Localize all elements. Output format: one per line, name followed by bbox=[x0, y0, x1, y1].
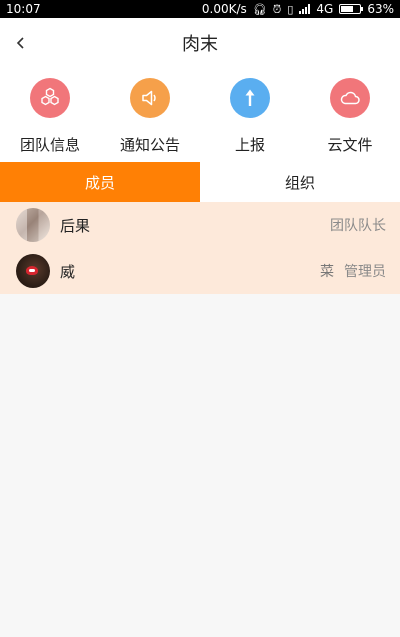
member-list: 后果 团队队长 威 菜 管理员 bbox=[0, 202, 400, 294]
status-time: 10:07 bbox=[6, 2, 41, 16]
header-bar: 肉末 bbox=[0, 18, 400, 68]
member-note: 菜 bbox=[320, 264, 334, 280]
cloud-files-label: 云文件 bbox=[327, 136, 373, 154]
battery-percent: 63% bbox=[367, 2, 394, 16]
back-button[interactable] bbox=[6, 28, 36, 58]
cloud-files-button[interactable]: 云文件 bbox=[300, 68, 400, 162]
avatar bbox=[16, 208, 50, 242]
notice-label: 通知公告 bbox=[119, 136, 180, 154]
chevron-left-icon bbox=[16, 37, 24, 49]
arrow-up-icon bbox=[230, 78, 270, 118]
vibrate-icon: ▯ bbox=[287, 2, 294, 16]
list-item[interactable]: 后果 团队队长 bbox=[0, 202, 400, 248]
report-label: 上报 bbox=[234, 136, 265, 154]
battery-icon bbox=[339, 4, 364, 14]
cloud-icon bbox=[330, 78, 370, 118]
list-item[interactable]: 威 菜 管理员 bbox=[0, 248, 400, 294]
status-bar: 10:07 0.00K/s 🎧︎ ⏰︎ ▯ 4G 63% bbox=[0, 0, 400, 18]
tab-members[interactable]: 成员 bbox=[0, 162, 200, 202]
team-info-label: 团队信息 bbox=[19, 136, 80, 154]
tab-bar: 成员 组织 bbox=[0, 162, 400, 202]
member-name: 威 bbox=[60, 262, 76, 281]
tab-organization[interactable]: 组织 bbox=[200, 162, 400, 202]
network-speed: 0.00K/s bbox=[201, 2, 247, 16]
signal-icon bbox=[299, 4, 311, 14]
member-role: 管理员 bbox=[344, 264, 386, 280]
status-indicators: 0.00K/s 🎧︎ ⏰︎ ▯ 4G 63% bbox=[202, 2, 394, 16]
team-info-button[interactable]: 团队信息 bbox=[0, 68, 100, 162]
hexagon-cluster-icon bbox=[30, 78, 70, 118]
network-type: 4G bbox=[316, 2, 334, 16]
notice-button[interactable]: 通知公告 bbox=[100, 68, 200, 162]
page-title: 肉末 bbox=[182, 34, 218, 55]
member-name: 后果 bbox=[60, 216, 91, 235]
headphones-icon: 🎧︎ bbox=[252, 2, 267, 16]
avatar-badge-icon bbox=[26, 266, 38, 275]
report-button[interactable]: 上报 bbox=[200, 68, 300, 162]
quick-actions: 团队信息 通知公告 上报 云文件 bbox=[0, 68, 400, 162]
battery-fill bbox=[341, 6, 353, 12]
alarm-icon: ⏰︎ bbox=[272, 2, 282, 16]
member-role: 团队队长 bbox=[330, 218, 386, 234]
avatar bbox=[16, 254, 50, 288]
speaker-icon bbox=[130, 78, 170, 118]
